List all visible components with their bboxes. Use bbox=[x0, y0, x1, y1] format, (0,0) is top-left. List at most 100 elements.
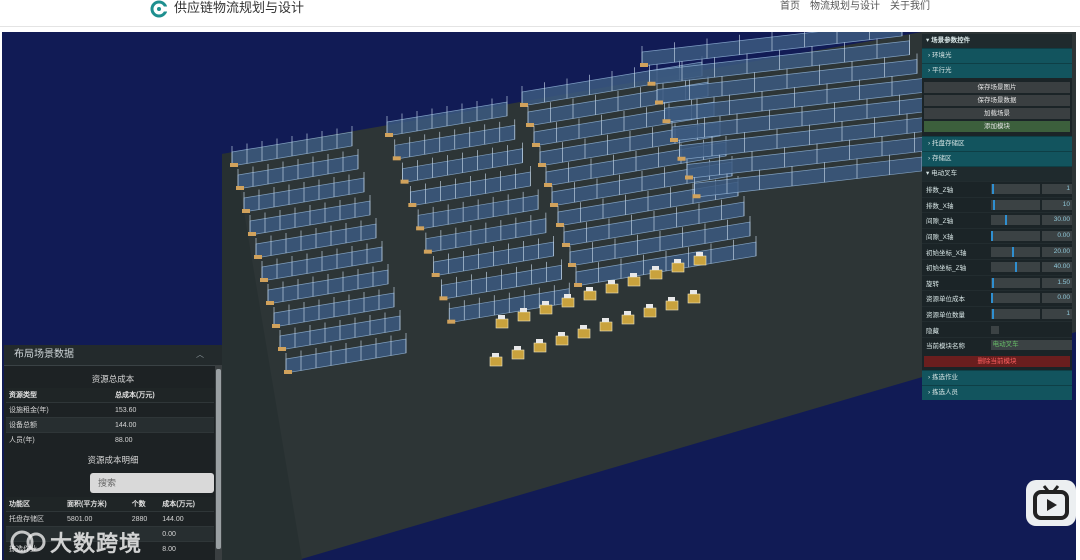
forklift-cab bbox=[652, 266, 659, 270]
forklift-cab bbox=[608, 280, 615, 284]
table-row: 人员(年) 88.00 bbox=[6, 432, 214, 447]
pallet bbox=[254, 255, 262, 259]
section-ambient-light[interactable]: › 环境光 bbox=[922, 48, 1072, 63]
col-total-cost: 总成本(万元) bbox=[112, 388, 214, 403]
slider-thumb[interactable] bbox=[1004, 215, 1007, 226]
param-slider[interactable] bbox=[990, 215, 1041, 226]
pallet bbox=[447, 319, 456, 324]
search-input[interactable]: 搜索 bbox=[90, 473, 214, 493]
forklift bbox=[517, 311, 531, 322]
pallet bbox=[431, 273, 440, 277]
data-panel-header[interactable]: 布局场景数据 ︿ bbox=[4, 345, 222, 366]
save-image-button[interactable]: 保存场景图片 bbox=[924, 82, 1070, 93]
param-value-input[interactable]: 1 bbox=[1042, 184, 1072, 195]
slider-thumb[interactable] bbox=[991, 184, 994, 195]
delete-module-button[interactable]: 删除当前模块 bbox=[924, 355, 1070, 367]
panel-header[interactable]: ▾ 场景参数控件 bbox=[922, 34, 1072, 48]
param-value-input[interactable]: 1.50 bbox=[1042, 277, 1072, 288]
play-icon bbox=[1033, 485, 1069, 520]
forklift bbox=[489, 356, 503, 367]
watermark: 大数跨境 bbox=[50, 531, 143, 556]
section-pallet-storage[interactable]: › 托盘存储区 bbox=[922, 136, 1072, 151]
forklift-cab bbox=[580, 325, 587, 329]
forklift-cab bbox=[586, 287, 593, 291]
pallet bbox=[242, 209, 250, 213]
param-slider[interactable] bbox=[990, 293, 1041, 304]
slider-thumb[interactable] bbox=[1012, 246, 1015, 257]
table-row: 托盘存储区 5801.00 2880 144.00 bbox=[6, 511, 214, 527]
section-forklift[interactable]: ▾ 电动叉车 bbox=[922, 166, 1072, 181]
forklift bbox=[599, 321, 613, 332]
param-value-input[interactable]: 0.00 bbox=[1042, 293, 1072, 304]
param-slider[interactable] bbox=[990, 246, 1041, 257]
pallet bbox=[685, 175, 693, 180]
nav-logistics-planning[interactable]: 物流规划与设计 bbox=[810, 0, 880, 14]
forklift bbox=[671, 262, 685, 273]
param-label: 资源单位数量 bbox=[926, 312, 965, 320]
delete-wrap: 删除当前模块 bbox=[922, 352, 1072, 370]
collapse-icon[interactable]: ︿ bbox=[196, 345, 204, 365]
param-value-input[interactable]: 30.00 bbox=[1042, 215, 1072, 226]
data-panel-scrollbar[interactable] bbox=[215, 365, 222, 560]
pallet bbox=[544, 183, 552, 187]
section-storage[interactable]: › 存储区 bbox=[922, 151, 1072, 166]
section-picking-operation[interactable]: › 拣选作业 bbox=[922, 369, 1072, 385]
add-module-button[interactable]: 添加模块 bbox=[924, 121, 1070, 132]
col-resource-type: 资源类型 bbox=[6, 388, 112, 403]
section-picking-staff[interactable]: › 拣选人员 bbox=[922, 384, 1072, 400]
slider-thumb[interactable] bbox=[991, 309, 994, 320]
param-value-input[interactable]: 1 bbox=[1042, 309, 1072, 320]
pallet bbox=[640, 63, 648, 67]
forklift bbox=[561, 297, 575, 308]
nav-about-us[interactable]: 关于我们 bbox=[890, 0, 930, 14]
param-value-input[interactable]: 40.00 bbox=[1042, 262, 1072, 273]
load-scene-button[interactable]: 加载场景 bbox=[924, 108, 1070, 119]
col-function-zone: 功能区 bbox=[6, 497, 65, 512]
hidden-checkbox[interactable] bbox=[991, 325, 999, 334]
module-name-input[interactable]: 电动叉车 bbox=[990, 340, 1072, 351]
video-play-badge[interactable] bbox=[1026, 480, 1076, 526]
pallet bbox=[423, 249, 432, 254]
param-value-input[interactable]: 20.00 bbox=[1042, 246, 1072, 257]
forklift-cab bbox=[536, 339, 543, 343]
forklift-cab bbox=[668, 297, 675, 301]
pallet bbox=[662, 119, 671, 124]
param-slider[interactable] bbox=[990, 199, 1041, 210]
slider-thumb[interactable] bbox=[992, 199, 995, 210]
slider-thumb[interactable] bbox=[1014, 262, 1017, 273]
action-buttons: 保存场景图片 保存场景数据 加载场景 添加模块 bbox=[922, 78, 1072, 136]
forklift-cab bbox=[558, 332, 565, 336]
param-label: 初始坐标_X轴 bbox=[926, 249, 967, 257]
col-count: 个数 bbox=[128, 497, 160, 512]
param-row: 初始坐标_X轴 20.00 bbox=[922, 243, 1072, 259]
pallet bbox=[520, 103, 528, 107]
param-slider[interactable] bbox=[990, 231, 1041, 242]
param-value-input[interactable]: 0.00 bbox=[1042, 231, 1072, 242]
pallet bbox=[550, 203, 558, 207]
forklift-cab bbox=[514, 346, 521, 350]
pallet bbox=[670, 138, 678, 142]
param-slider[interactable] bbox=[990, 309, 1041, 320]
slider-thumb[interactable] bbox=[991, 277, 994, 288]
slider-thumb[interactable] bbox=[990, 293, 993, 304]
param-label: 排数_X轴 bbox=[926, 202, 954, 210]
forklift bbox=[555, 335, 569, 346]
save-data-button[interactable]: 保存场景数据 bbox=[924, 95, 1070, 106]
pallet bbox=[416, 226, 425, 231]
slider-thumb[interactable] bbox=[990, 231, 993, 242]
brand-logo-icon bbox=[150, 0, 168, 18]
param-slider[interactable] bbox=[990, 277, 1041, 288]
param-slider[interactable] bbox=[990, 262, 1041, 273]
param-slider[interactable] bbox=[990, 184, 1041, 195]
param-value-input[interactable]: 10 bbox=[1042, 199, 1072, 210]
section-directional-light[interactable]: › 平行光 bbox=[922, 63, 1072, 78]
data-panel-title: 布局场景数据 bbox=[14, 349, 74, 360]
param-label: 旋转 bbox=[926, 280, 939, 288]
pallet bbox=[556, 223, 564, 227]
nav-home[interactable]: 首页 bbox=[780, 0, 800, 14]
forklift bbox=[693, 255, 707, 266]
param-row: 资源单位数量 1 bbox=[922, 305, 1072, 322]
forklift bbox=[665, 300, 679, 311]
hidden-toggle-row: 隐藏 bbox=[922, 321, 1072, 337]
forklift bbox=[511, 349, 525, 360]
